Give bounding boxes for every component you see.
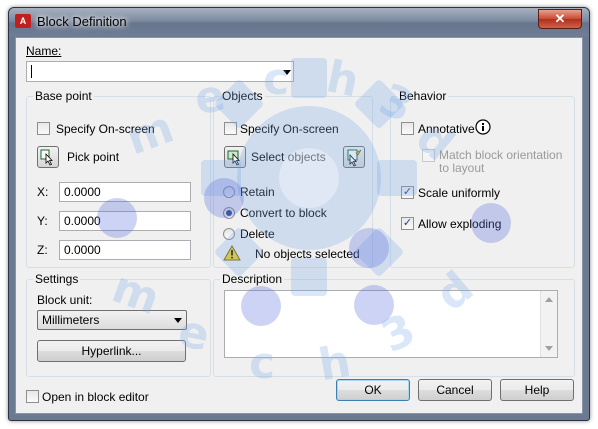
objects-title: Objects xyxy=(220,89,265,103)
objects-group: Objects Specify On-screen Select objects… xyxy=(213,89,373,268)
allow-exploding-checkbox[interactable]: ✓ xyxy=(401,217,414,230)
scale-uniformly-checkbox[interactable]: ✓ xyxy=(401,186,414,199)
quick-select-icon xyxy=(347,149,362,167)
description-field[interactable] xyxy=(224,290,558,358)
z-field[interactable]: 0.0000 xyxy=(59,240,191,260)
name-label-text: Name: xyxy=(26,44,62,58)
open-in-editor-label: Open in block editor xyxy=(42,390,149,404)
retain-label: Retain xyxy=(240,185,275,199)
match-orientation-checkbox[interactable] xyxy=(422,149,435,162)
base-specify-checkbox[interactable] xyxy=(37,122,50,135)
select-objects-button[interactable] xyxy=(224,146,246,168)
objects-specify-checkbox[interactable] xyxy=(224,122,237,135)
base-specify-label: Specify On-screen xyxy=(56,122,155,136)
x-field[interactable]: 0.0000 xyxy=(59,182,191,202)
dialog-client-area: Name: Base point Specify On-screen Pick … xyxy=(15,37,583,414)
delete-label: Delete xyxy=(240,227,275,241)
block-unit-label: Block unit: xyxy=(37,293,93,307)
text-cursor xyxy=(31,65,32,78)
annotative-checkbox[interactable] xyxy=(401,122,414,135)
pick-point-label: Pick point xyxy=(67,150,120,164)
y-label: Y: xyxy=(37,214,48,228)
scale-uniformly-label: Scale uniformly xyxy=(418,186,501,200)
hyperlink-button[interactable]: Hyperlink... xyxy=(37,340,186,362)
retain-radio[interactable] xyxy=(223,186,235,198)
scroll-down-icon[interactable] xyxy=(545,346,553,351)
window-title: Block Definition xyxy=(37,14,127,29)
scroll-up-icon[interactable] xyxy=(545,297,553,302)
title-bar[interactable]: A Block Definition ✕ xyxy=(9,8,589,36)
convert-to-block-radio[interactable] xyxy=(223,207,235,219)
block-definition-window: A Block Definition ✕ Name: Base point Sp… xyxy=(8,7,590,421)
quick-select-button[interactable] xyxy=(343,146,365,168)
annotative-label: Annotative xyxy=(418,122,475,136)
warning-icon xyxy=(223,245,241,261)
help-button[interactable]: Help xyxy=(500,379,574,401)
match-orientation-label-2: to layout xyxy=(439,161,485,175)
block-unit-select[interactable]: Millimeters xyxy=(37,310,187,330)
name-label: Name: xyxy=(26,44,61,58)
info-icon[interactable] xyxy=(475,119,491,135)
y-field[interactable]: 0.0000 xyxy=(59,211,191,231)
open-in-editor-checkbox[interactable] xyxy=(26,390,39,403)
z-label: Z: xyxy=(37,243,48,257)
x-label: X: xyxy=(37,185,49,199)
chevron-down-icon[interactable] xyxy=(283,70,291,75)
objects-specify-label: Specify On-screen xyxy=(240,122,339,136)
allow-exploding-label: Allow exploding xyxy=(418,217,502,231)
convert-to-block-label: Convert to block xyxy=(240,206,327,220)
block-unit-value: Millimeters xyxy=(42,313,100,327)
behavior-title: Behavior xyxy=(397,89,449,103)
cancel-button[interactable]: Cancel xyxy=(418,379,492,401)
objects-status: No objects selected xyxy=(255,247,360,261)
description-title: Description xyxy=(220,272,285,286)
description-group: Description xyxy=(213,272,575,377)
settings-title: Settings xyxy=(33,272,81,286)
pick-point-icon xyxy=(40,149,53,166)
match-orientation-label-1: Match block orientation xyxy=(439,148,563,162)
select-objects-icon xyxy=(227,150,240,166)
behavior-group: Behavior Annotative Match block orientat… xyxy=(390,89,575,268)
autocad-app-icon: A xyxy=(15,14,31,28)
base-point-group: Base point Specify On-screen Pick point … xyxy=(26,89,211,268)
close-button[interactable]: ✕ xyxy=(538,9,582,29)
ok-button[interactable]: OK xyxy=(336,379,410,401)
settings-group: Settings Block unit: Millimeters Hyperli… xyxy=(26,272,211,377)
delete-radio[interactable] xyxy=(223,228,235,240)
description-scrollbar[interactable] xyxy=(540,291,557,357)
pick-point-button[interactable] xyxy=(37,146,59,168)
base-point-title: Base point xyxy=(33,89,94,103)
chevron-down-icon xyxy=(174,318,182,323)
select-objects-label: Select objects xyxy=(251,150,326,164)
name-combo[interactable] xyxy=(26,61,294,82)
